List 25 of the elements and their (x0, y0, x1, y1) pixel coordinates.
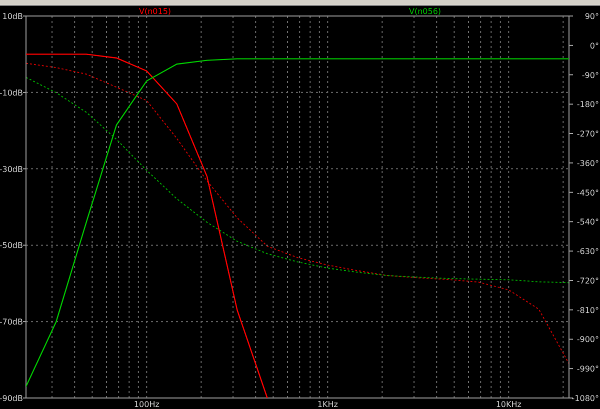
axis-label: -720° (576, 276, 599, 286)
axis-label: -540° (576, 218, 599, 227)
axis-label: -900° (576, 335, 599, 344)
axis-label: -810° (576, 306, 599, 315)
axis-label: -270° (576, 130, 599, 139)
axis-label: -990° (576, 364, 599, 374)
axis-label: -90° (582, 70, 599, 80)
axis-label: -90dB (0, 394, 23, 403)
axis-label: -50dB (0, 241, 23, 250)
axis-label: 0° (590, 41, 599, 50)
axis-label: 1KHz (317, 400, 338, 409)
trace-label: V(n015) (138, 7, 172, 16)
axis-label: -10dB (0, 88, 23, 98)
axis-label: 10KHz (496, 400, 522, 409)
axis-label: -180° (576, 100, 599, 110)
trace-label: V(n056) (408, 7, 442, 16)
axis-label: -1080° (572, 394, 599, 403)
axis-label: -630° (576, 247, 599, 256)
axis-label: -30dB (0, 164, 23, 174)
axis-label: -450° (576, 188, 599, 198)
axis-label: -70dB (0, 318, 23, 327)
axis-label: -360° (576, 158, 599, 168)
axis-label: 100Hz (134, 400, 160, 409)
axis-label: 90° (584, 12, 599, 21)
axis-label: 10dB (2, 12, 23, 21)
